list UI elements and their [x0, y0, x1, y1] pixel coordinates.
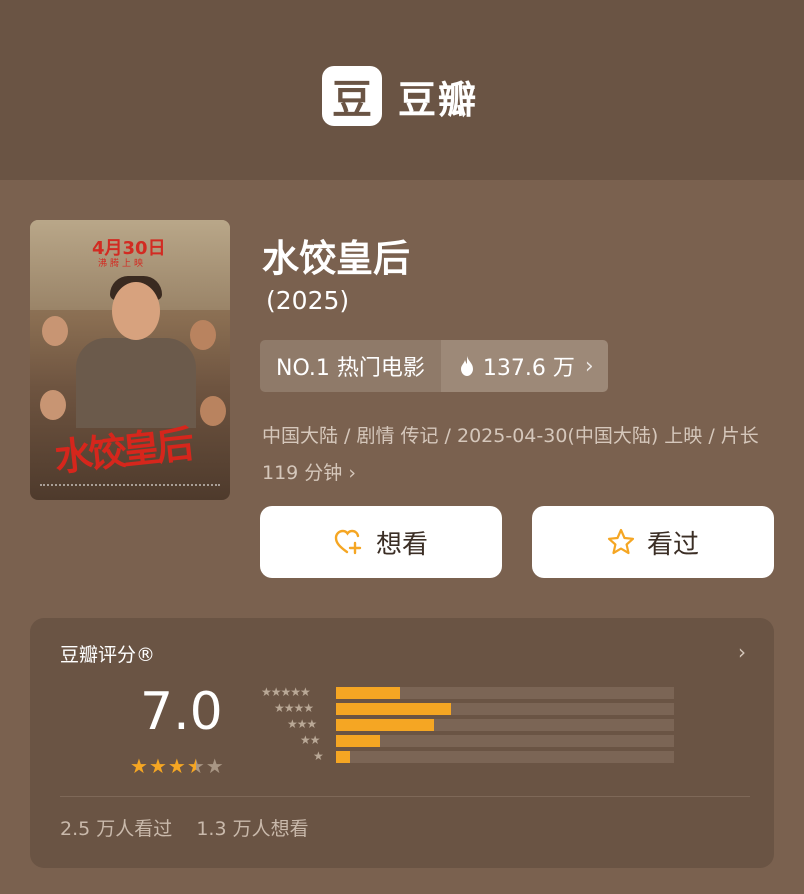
- chevron-right-icon: ›: [584, 353, 594, 379]
- rating-bar-track: [336, 735, 674, 747]
- rating-bar-fill: [336, 703, 451, 715]
- watched-label: 看过: [646, 529, 699, 560]
- douban-logo-icon: 豆: [322, 66, 382, 126]
- want-to-watch-button[interactable]: 想看: [260, 506, 502, 578]
- chevron-right-icon: ›: [348, 462, 356, 484]
- rating-bar-track: [336, 751, 674, 763]
- movie-title: 水饺皇后: [262, 237, 410, 280]
- rating-card[interactable]: 豆瓣评分® › 7.0 ★ ★ ★ ★ ★ ★★★★★ ★★★★ ★★★ ★★ ★ 2.5 万人…: [30, 618, 774, 868]
- heat-indicator[interactable]: 137.6 万 ›: [440, 340, 608, 392]
- rating-star-icon: ★: [167, 754, 186, 778]
- rating-bar-stars: ★★★: [287, 717, 317, 731]
- poster-figure: [42, 316, 68, 346]
- fire-icon: [460, 356, 473, 376]
- rating-stars: ★ ★ ★ ★ ★: [130, 756, 225, 776]
- rating-bar-track: [336, 687, 674, 699]
- rating-score: 7.0: [140, 682, 223, 742]
- rating-bar-stars: ★★★★★: [261, 685, 311, 699]
- rating-bar-track: [336, 719, 674, 731]
- poster-figure: [190, 320, 216, 350]
- movie-year: (2025): [266, 286, 350, 315]
- movie-meta-text: 中国大陆 / 剧情 传记 / 2025-04-30(中国大陆) 上映 / 片长 …: [262, 425, 759, 484]
- douban-logo[interactable]: 豆 豆瓣: [322, 66, 478, 126]
- rating-star-icon: ★: [186, 754, 205, 778]
- poster-figure: [40, 390, 66, 420]
- star-outline-icon: [607, 528, 635, 555]
- movie-poster[interactable]: 4月30日 沸腾上映 水饺皇后: [30, 220, 230, 500]
- rating-bar-track: [336, 703, 674, 715]
- rating-bar-stars: ★: [313, 749, 324, 763]
- watched-button[interactable]: 看过: [532, 506, 774, 578]
- heat-value: 137.6 万: [482, 356, 575, 381]
- want-count: 1.3 万人想看: [196, 818, 309, 840]
- poster-credits: [40, 484, 220, 492]
- poster-subtitle: 沸腾上映: [98, 259, 147, 269]
- rating-bar-stars: ★★: [300, 733, 320, 747]
- rating-star-icon: ★: [205, 754, 224, 778]
- rating-star-icon: ★: [130, 754, 148, 778]
- rating-bar-fill: [336, 751, 350, 763]
- movie-meta-info[interactable]: 中国大陆 / 剧情 传记 / 2025-04-30(中国大陆) 上映 / 片长 …: [262, 418, 762, 492]
- rating-label: 豆瓣评分®: [60, 644, 156, 666]
- rank-label: NO.1 热门电影: [260, 340, 441, 392]
- want-to-watch-label: 想看: [375, 529, 428, 560]
- poster-title-art: 水饺皇后: [52, 420, 193, 480]
- rating-star-icon: ★: [148, 754, 167, 778]
- app-name: 豆瓣: [398, 77, 479, 122]
- app-header: 豆 豆瓣: [0, 0, 804, 180]
- poster-main-figure-face: [112, 282, 160, 340]
- rating-bar-stars: ★★★★: [274, 701, 314, 715]
- rating-stats: 2.5 万人看过 1.3 万人想看: [60, 814, 309, 841]
- rating-bar-fill: [336, 687, 401, 699]
- rating-bar-fill: [336, 735, 380, 747]
- heart-plus-icon: [334, 529, 362, 555]
- rating-bar-fill: [336, 719, 435, 731]
- poster-figure: [200, 396, 226, 426]
- rank-badge[interactable]: NO.1 热门电影 137.6 万 ›: [260, 340, 608, 392]
- watched-count: 2.5 万人看过: [60, 818, 173, 840]
- divider: [60, 796, 750, 797]
- chevron-right-icon[interactable]: ›: [738, 640, 746, 664]
